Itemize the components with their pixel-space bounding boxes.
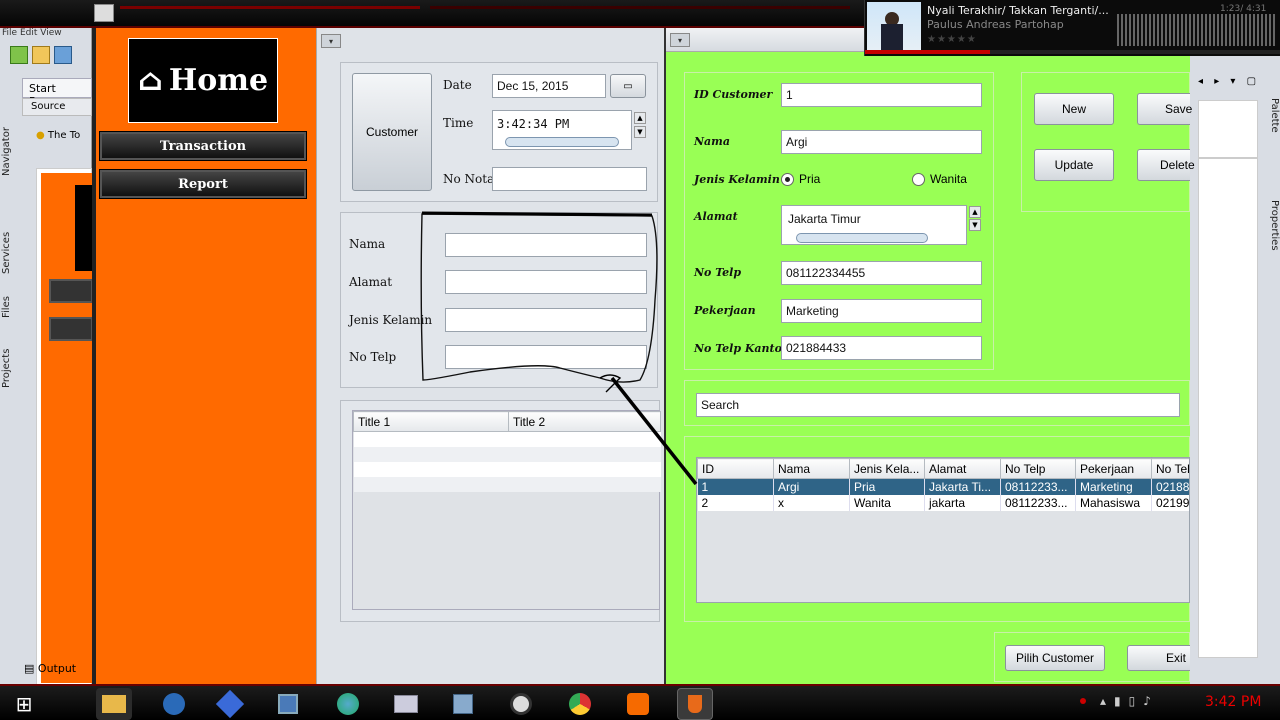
track-time: 1:23/ 4:31	[1220, 4, 1267, 14]
xampp-icon[interactable]	[620, 688, 656, 720]
box-app-icon[interactable]	[445, 688, 481, 720]
media-player-widget[interactable]: Nyali Terakhir/ Takkan Terganti/... Paul…	[864, 0, 1280, 56]
image-viewer-icon[interactable]	[388, 688, 424, 720]
album-art	[867, 2, 921, 54]
equalizer-visualizer	[1117, 14, 1277, 46]
java-icon[interactable]	[677, 688, 713, 720]
tray-indicator-icon	[1080, 698, 1086, 704]
network-tool-icon[interactable]	[212, 688, 248, 720]
annotation-underline	[421, 211, 653, 217]
virtualbox-icon[interactable]	[270, 688, 306, 720]
globe-app-icon[interactable]	[330, 688, 366, 720]
system-tray[interactable]: ▴▮▯♪	[1100, 694, 1159, 708]
file-explorer-icon[interactable]	[96, 688, 132, 720]
thunderbird-icon[interactable]	[156, 688, 192, 720]
track-progress-fill	[865, 50, 990, 54]
windows-start-icon[interactable]: ⊞	[6, 688, 42, 720]
track-progress[interactable]	[865, 50, 1280, 54]
annotation-arrow-line	[610, 376, 698, 486]
rating-stars[interactable]: ★★★★★	[927, 34, 977, 45]
track-title: Nyali Terakhir/ Takkan Terganti/...	[927, 4, 1109, 17]
track-artist: Paulus Andreas Partohap	[927, 18, 1064, 31]
cd-app-icon[interactable]	[503, 688, 539, 720]
annotation-circle	[420, 213, 658, 383]
taskbar: ⊞ ▴▮▯♪ 3:42 PM	[0, 684, 1280, 720]
chrome-icon[interactable]	[562, 688, 598, 720]
taskbar-clock[interactable]: 3:42 PM	[1205, 694, 1261, 710]
freehand-annotation	[420, 211, 698, 486]
